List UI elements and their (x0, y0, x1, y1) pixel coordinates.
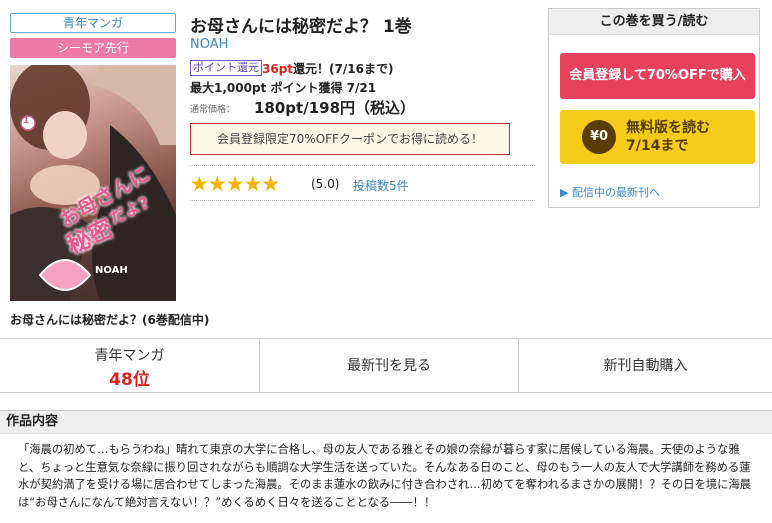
max-points: 最大1,000pt ポイント獲得 7/21 (190, 81, 377, 95)
points-info: 36pt還元！(7/16まで) (262, 60, 393, 77)
purchase-panel: この巻を買う/読む (548, 8, 760, 208)
genre-ranking[interactable]: 青年マンガ 48位 (0, 339, 260, 392)
section-heading: 作品内容 (0, 410, 772, 434)
description: 「海晨の初めて…もらうわね」晴れて東京の大学に合格し、母の友人である雅とその娘の… (18, 443, 752, 509)
points-badge: ポイント還元 (190, 60, 262, 76)
rating-stars: ★★★★★ (190, 172, 280, 196)
divider (190, 200, 535, 201)
cover-publisher: NOAH (95, 265, 128, 276)
auto-buy-label: 新刊自動購入 (603, 358, 688, 374)
reviews-link[interactable]: 投稿数5件 (353, 177, 409, 194)
latest-volume-button[interactable]: 最新刊を見る (260, 339, 519, 392)
free-read-line1: 無料版を読む (626, 120, 710, 136)
latest-volume-label: 最新刊を見る (347, 358, 431, 374)
ranking-value: 48位 (109, 370, 150, 390)
points-text: 還元！(7/16まで) (293, 62, 394, 76)
series-title[interactable]: お母さんには秘密だよ？(6巻配信中) (10, 311, 209, 328)
free-read-label: 無料版を読む 7/14まで (626, 119, 710, 155)
action-row: 青年マンガ 48位 最新刊を見る 新刊自動購入 (0, 338, 772, 393)
rating-value: (5.0) (311, 177, 340, 191)
panel-title: この巻を買う/読む (549, 9, 759, 35)
genre-badge[interactable]: 青年マンガ (10, 13, 176, 33)
cover-volume: 1 (23, 116, 30, 126)
register-buy-button[interactable]: 会員登録して70%OFFで購入 (560, 53, 755, 99)
price-label: 通常価格： (190, 105, 236, 115)
coupon-banner[interactable]: 会員登録限定70%OFFクーポンでお得に読める！ (190, 123, 510, 155)
free-read-line2: 7/14まで (626, 138, 689, 154)
divider (190, 165, 535, 166)
yen-zero-icon: ¥0 (582, 120, 616, 154)
auto-buy-button[interactable]: 新刊自動購入 (519, 339, 772, 392)
free-read-button[interactable]: ¥0 無料版を読む 7/14まで (560, 110, 755, 164)
ranking-genre-label: 青年マンガ (94, 348, 165, 364)
points-amount: 36pt (262, 62, 294, 76)
author-link[interactable]: NOAH (190, 37, 228, 52)
store-badge: シーモア先行 (10, 38, 176, 58)
latest-volume-link[interactable]: ▶ 配信中の最新刊へ (560, 184, 660, 200)
cover-image[interactable]: 1 お母さんには 秘密 だよ? NOAH (10, 65, 176, 301)
book-title: お母さんには秘密だよ？ 1巻 (190, 17, 412, 37)
price: 180pt/198円（税込） (254, 99, 416, 117)
